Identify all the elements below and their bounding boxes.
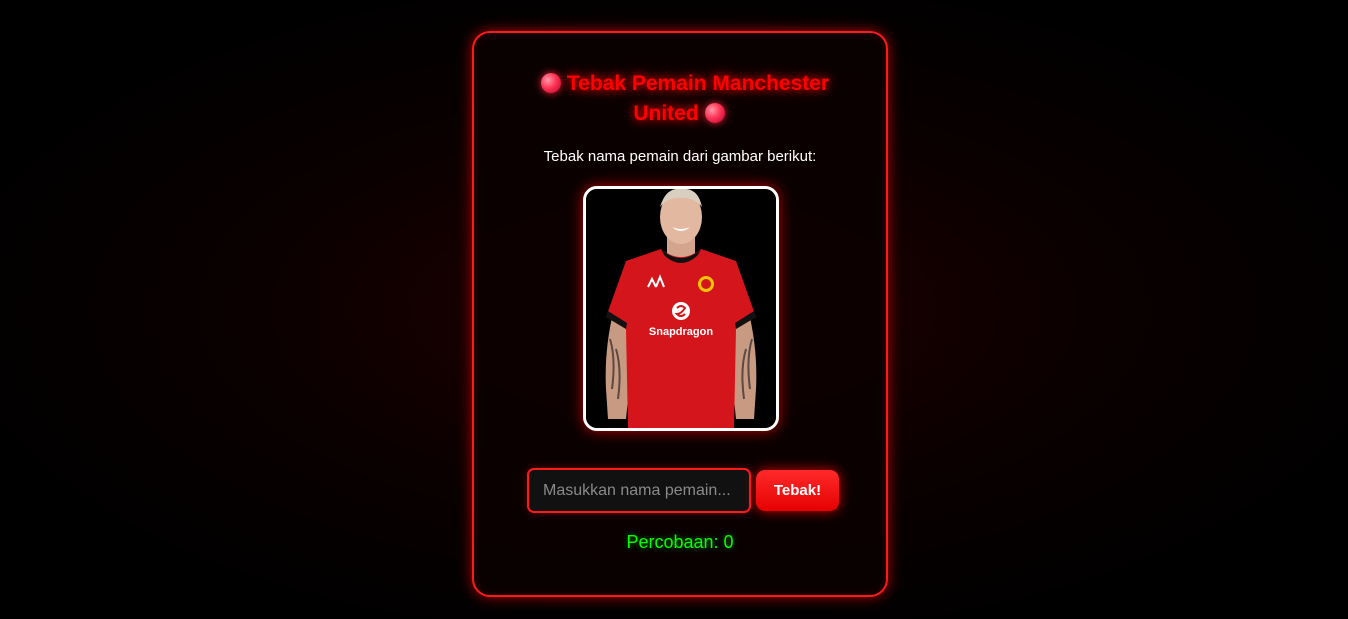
game-title: Tebak Pemain Manchester United bbox=[514, 69, 850, 129]
red-ball-icon bbox=[704, 103, 725, 123]
attempts-counter: Percobaan: 0 bbox=[626, 532, 734, 552]
guess-button[interactable]: Tebak! bbox=[756, 470, 839, 511]
game-title-text: Tebak Pemain Manchester United bbox=[566, 72, 830, 125]
game-card: Tebak Pemain Manchester United Tebak nam… bbox=[472, 31, 888, 597]
player-photo: Snapdragon bbox=[583, 186, 779, 431]
player-name-input[interactable] bbox=[527, 468, 751, 513]
instruction-text: Tebak nama pemain dari gambar berikut: bbox=[543, 148, 817, 165]
player-illustration: Snapdragon bbox=[586, 189, 776, 428]
red-ball-icon bbox=[540, 73, 561, 93]
shirt-sponsor: Snapdragon bbox=[649, 326, 713, 338]
